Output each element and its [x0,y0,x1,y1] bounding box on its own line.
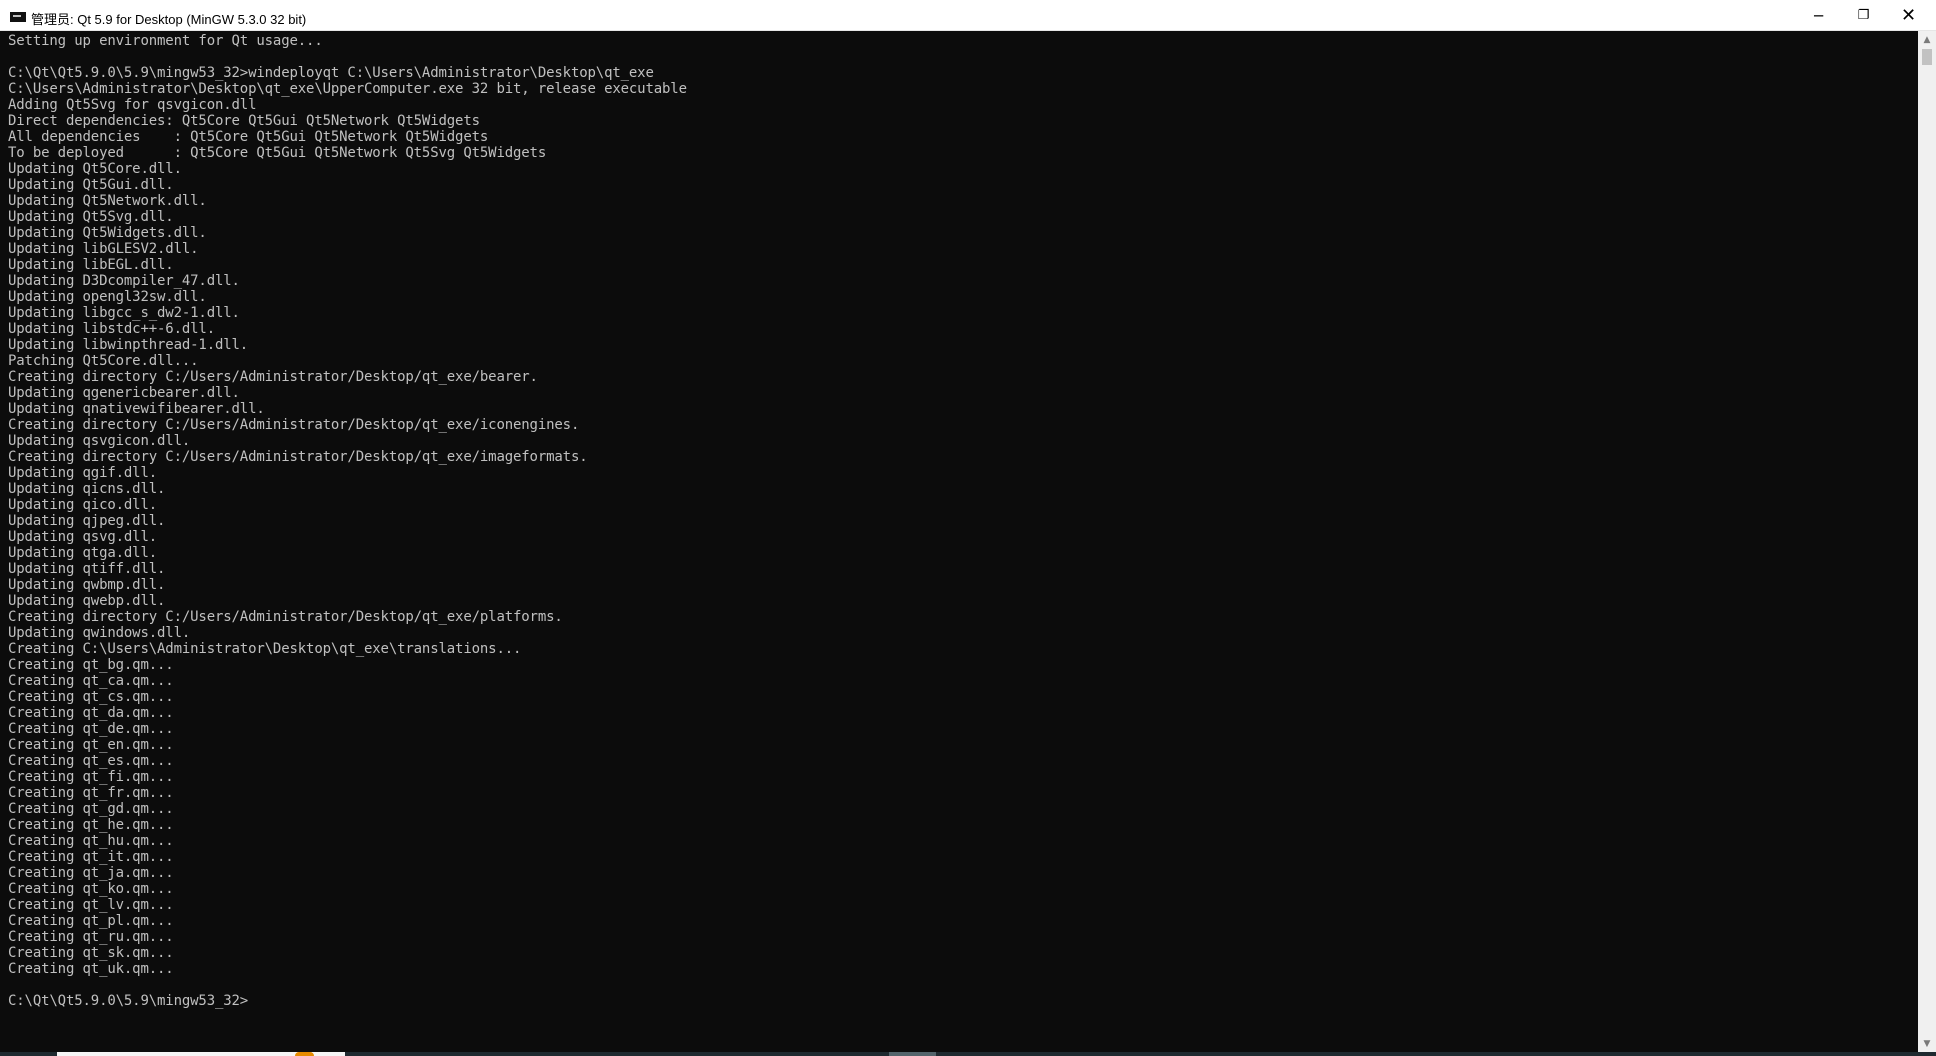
taskbar-app-icon[interactable] [295,1052,314,1056]
console-output-text: Setting up environment for Qt usage... C… [8,33,687,1009]
maximize-icon[interactable]: ❐ [1841,0,1886,31]
console-output-area[interactable]: Setting up environment for Qt usage... C… [0,31,1918,1052]
close-icon[interactable]: ✕ [1886,0,1931,31]
scroll-up-icon[interactable]: ▲ [1918,31,1936,48]
window-title: 管理员: Qt 5.9 for Desktop (MinGW 5.3.0 32 … [31,12,307,27]
scroll-down-icon[interactable]: ▼ [1918,1035,1936,1052]
minimize-icon[interactable]: ─ [1796,0,1841,31]
scrollbar-thumb[interactable] [1922,49,1932,65]
console-app-icon [10,12,26,22]
vertical-scrollbar[interactable]: ▲ ▼ [1918,31,1936,1052]
title-bar[interactable]: 管理员: Qt 5.9 for Desktop (MinGW 5.3.0 32 … [0,0,1936,31]
taskbar-edge [0,1052,1936,1056]
active-taskbar-button[interactable] [889,1052,936,1056]
command-prompt-window: 管理员: Qt 5.9 for Desktop (MinGW 5.3.0 32 … [0,0,1936,1056]
